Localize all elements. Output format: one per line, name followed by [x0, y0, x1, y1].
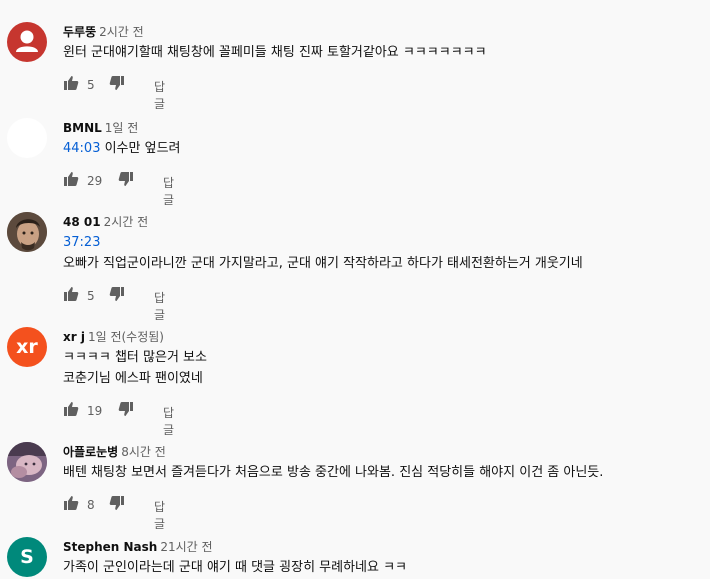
comment-header: BMNL 1일 전: [63, 119, 138, 136]
avatar-letter: xr: [16, 336, 38, 358]
author-name[interactable]: 두루뚱: [63, 25, 96, 39]
comment-text: ㅋㅋㅋㅋ 챕터 많은거 보소 코춘기님 에스파 팬이였네: [63, 347, 207, 389]
thumbs-down-icon: [118, 402, 133, 416]
like-button[interactable]: [63, 75, 79, 91]
comment-line: 오빠가 직업군이라니깐 군대 가지말라고, 군대 얘기 작작하라고 하다가 태세…: [63, 256, 583, 271]
thumbs-up-icon: [64, 287, 79, 301]
reply-button[interactable]: 답글: [154, 78, 165, 112]
comment-header: 48 01 2시간 전: [63, 213, 148, 230]
comment-header: 두루뚱 2시간 전: [63, 23, 144, 40]
reply-button[interactable]: 답글: [163, 174, 174, 208]
comment-text: 윈터 군대얘기할때 채팅창에 꼴페미들 채팅 진짜 토할거같아요 ㅋㅋㅋㅋㅋㅋㅋ: [63, 42, 487, 63]
author-name[interactable]: xr j: [63, 330, 85, 344]
comment-line: 가족이 군인이라는데 군대 얘기 때 댓글 굉장히 무례하네요 ㅋㅋ: [63, 560, 408, 575]
avatar[interactable]: xr: [7, 327, 47, 367]
comment-line: 44:03 이수만 엎드려: [63, 138, 181, 159]
comment-line: 코춘기님 에스파 팬이였네: [63, 371, 203, 386]
comment-header: Stephen Nash 21시간 전: [63, 538, 213, 555]
thumbs-down-icon: [109, 76, 124, 90]
author-name[interactable]: 48 01: [63, 215, 101, 229]
comment-time[interactable]: 1일 전: [105, 121, 139, 135]
comment-time[interactable]: 1일 전(수정됨): [88, 330, 164, 344]
dislike-button[interactable]: [109, 75, 125, 91]
like-button[interactable]: [63, 286, 79, 302]
avatar[interactable]: [7, 118, 47, 158]
like-button[interactable]: [63, 495, 79, 511]
comment-time[interactable]: 2시간 전: [104, 215, 149, 229]
like-count: 29: [87, 174, 103, 188]
dislike-button[interactable]: [118, 171, 134, 187]
avatar-letter: S: [20, 546, 34, 568]
thumbs-up-icon: [64, 172, 79, 186]
default-user-icon: [16, 30, 38, 52]
comment-time[interactable]: 21시간 전: [160, 540, 212, 554]
comment-text: 배텐 채팅창 보면서 즐겨듣다가 처음으로 방송 중간에 나와봄. 진심 적당히…: [63, 462, 603, 483]
thumbs-down-icon: [109, 287, 124, 301]
comment-line: 배텐 채팅창 보면서 즐겨듣다가 처음으로 방송 중간에 나와봄. 진심 적당히…: [63, 465, 604, 480]
avatar[interactable]: [7, 442, 47, 482]
like-button[interactable]: [63, 171, 79, 187]
comment-line: 윈터 군대얘기할때 채팅창에 꼴페미들 채팅 진짜 토할거같아요 ㅋㅋㅋㅋㅋㅋㅋ: [63, 45, 487, 60]
like-count: 8: [87, 498, 95, 512]
comment-text: 44:03 이수만 엎드려: [63, 138, 181, 159]
timestamp-link[interactable]: 44:03: [63, 141, 100, 156]
author-name[interactable]: Stephen Nash: [63, 540, 157, 554]
like-count: 5: [87, 78, 95, 92]
comment-time[interactable]: 8시간 전: [121, 445, 166, 459]
author-name[interactable]: BMNL: [63, 121, 102, 135]
thumbs-up-icon: [64, 402, 79, 416]
comment-text: 37:23 오빠가 직업군이라니깐 군대 가지말라고, 군대 얘기 작작하라고 …: [63, 232, 583, 274]
dislike-button[interactable]: [109, 286, 125, 302]
thumbs-up-icon: [64, 76, 79, 90]
comment-line: 37:23: [63, 232, 583, 253]
reply-button[interactable]: 답글: [163, 404, 174, 438]
comment-time[interactable]: 2시간 전: [99, 25, 144, 39]
reply-button[interactable]: 답글: [154, 498, 165, 532]
like-count: 5: [87, 289, 95, 303]
thumbs-down-icon: [109, 496, 124, 510]
like-button[interactable]: [63, 401, 79, 417]
thumbs-up-icon: [64, 496, 79, 510]
comment-text: 가족이 군인이라는데 군대 얘기 때 댓글 굉장히 무례하네요 ㅋㅋ: [63, 557, 407, 578]
avatar[interactable]: [7, 212, 47, 252]
comment-line-text: 이수만 엎드려: [100, 141, 181, 156]
like-count: 19: [87, 404, 103, 418]
dislike-button[interactable]: [109, 495, 125, 511]
user-photo-icon: [7, 212, 47, 252]
avatar[interactable]: S: [7, 537, 47, 577]
reply-button[interactable]: 답글: [154, 289, 165, 323]
user-photo-icon: [7, 442, 47, 482]
author-name[interactable]: 아플로눈병: [63, 445, 118, 459]
dislike-button[interactable]: [118, 401, 134, 417]
timestamp-link[interactable]: 37:23: [63, 235, 100, 250]
comment-line: ㅋㅋㅋㅋ 챕터 많은거 보소: [63, 350, 207, 365]
comment-header: xr j 1일 전(수정됨): [63, 328, 164, 345]
avatar[interactable]: [7, 22, 47, 62]
thumbs-down-icon: [118, 172, 133, 186]
comment-header: 아플로눈병 8시간 전: [63, 443, 166, 460]
